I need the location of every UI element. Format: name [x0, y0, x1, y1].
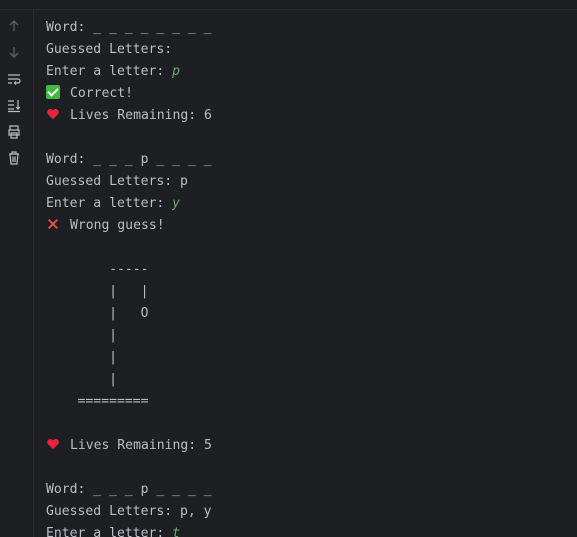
console-line-text: | | [46, 284, 149, 299]
console-line-text: Enter a letter: [46, 526, 173, 537]
print-icon[interactable] [4, 122, 24, 142]
top-border [0, 0, 577, 10]
console-line: Correct! [46, 83, 566, 105]
console-line-text: ========= [46, 394, 149, 409]
console-line: Lives Remaining: 5 [46, 435, 566, 457]
console-line-text: Enter a letter: [46, 196, 173, 211]
console-line: Wrong guess! [46, 215, 566, 237]
console-line-text: Enter a letter: [46, 64, 173, 79]
up-arrow-icon[interactable] [4, 16, 24, 36]
console-line-text: ----- [46, 262, 149, 277]
console-line: Lives Remaining: 6 [46, 105, 566, 127]
console-output: Word: _ _ _ _ _ _ _ _ Guessed Letters: Ent… [46, 17, 566, 537]
console-line-text: | [46, 350, 117, 365]
console-line: Guessed Letters: p [46, 171, 566, 193]
down-arrow-icon[interactable] [4, 42, 24, 62]
console-line-text: Wrong guess! [70, 218, 165, 233]
console-line: | [46, 347, 566, 369]
console-line-text: Lives Remaining: 6 [70, 108, 212, 123]
console-toolbar [0, 10, 34, 537]
cross-icon [47, 218, 59, 230]
user-input: y [172, 196, 181, 211]
console-line: | O [46, 303, 566, 325]
console-line: Word: _ _ _ _ _ _ _ _ [46, 17, 566, 39]
console-line: Guessed Letters: p, y [46, 501, 566, 523]
heart-icon [47, 108, 59, 120]
scroll-to-end-icon[interactable] [4, 95, 24, 115]
console-line-text: Guessed Letters: [46, 42, 173, 57]
console-line-text: Lives Remaining: 5 [70, 438, 212, 453]
console-line-text: | O [46, 306, 149, 321]
console-line: Enter a letter: y [46, 193, 566, 215]
console-line-text: | [46, 328, 117, 343]
console-line: Guessed Letters: [46, 39, 566, 61]
console-line: Word: _ _ _ p _ _ _ _ [46, 479, 566, 501]
console-line-text: Guessed Letters: p, y [46, 504, 212, 519]
user-input: p [172, 64, 181, 79]
console-line-text: Word: _ _ _ p _ _ _ _ [46, 152, 212, 167]
console-line-text: Word: _ _ _ p _ _ _ _ [46, 482, 212, 497]
console-line-text: | [46, 372, 117, 387]
heart-icon [47, 438, 59, 450]
console-line: | [46, 325, 566, 347]
console-line: Enter a letter: p [46, 61, 566, 83]
trash-icon[interactable] [4, 148, 24, 168]
check-icon [46, 85, 60, 99]
console-line: ========= [46, 391, 566, 413]
console-line-text: Correct! [70, 86, 134, 101]
console-line: Word: _ _ _ p _ _ _ _ [46, 149, 566, 171]
console-line: Enter a letter: t [46, 523, 566, 537]
soft-wrap-icon[interactable] [4, 69, 24, 89]
user-input: t [172, 526, 181, 537]
console-line: | | [46, 281, 566, 303]
console-line-text: Guessed Letters: p [46, 174, 188, 189]
console-line-text: Word: _ _ _ _ _ _ _ _ [46, 20, 212, 35]
console-line: ----- [46, 259, 566, 281]
console-line: | [46, 369, 566, 391]
